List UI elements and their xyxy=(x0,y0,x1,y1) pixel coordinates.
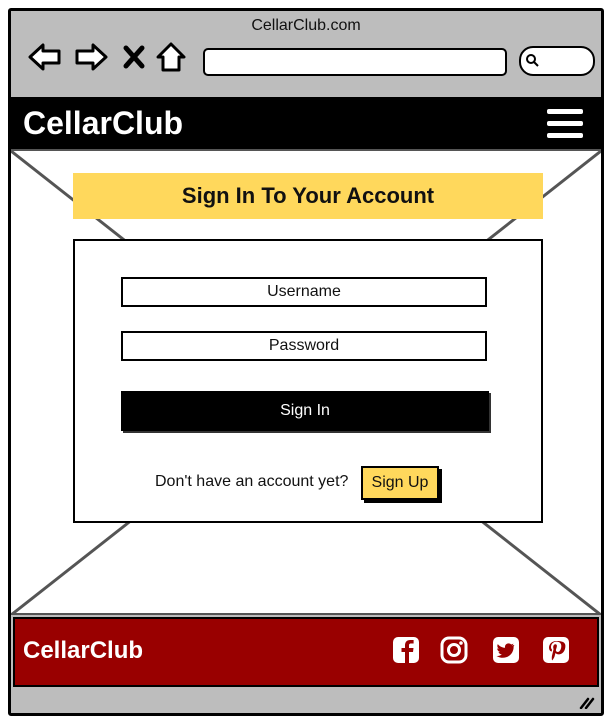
browser-statusbar xyxy=(11,687,601,713)
signin-card: Sign In Don't have an account yet? Sign … xyxy=(73,239,543,523)
browser-toolbar: CellarClub.com xyxy=(11,11,601,97)
pinterest-icon[interactable] xyxy=(541,635,571,665)
browser-window: CellarClub.com CellarClub Sign In To You… xyxy=(8,8,604,716)
home-icon[interactable] xyxy=(155,39,187,75)
main-content: Sign In To Your Account Sign In Don't ha… xyxy=(11,149,601,615)
sign-in-button[interactable]: Sign In xyxy=(121,391,489,431)
no-account-text: Don't have an account yet? xyxy=(155,473,349,490)
page-title: Sign In To Your Account xyxy=(181,183,435,208)
sign-up-button[interactable]: Sign Up xyxy=(361,466,439,500)
password-input[interactable] xyxy=(121,331,487,361)
forward-arrow-icon[interactable] xyxy=(73,39,109,75)
username-input[interactable] xyxy=(121,277,487,307)
stop-icon[interactable] xyxy=(119,39,149,75)
twitter-icon[interactable] xyxy=(491,635,521,665)
site-footer: CellarClub xyxy=(13,617,599,687)
footer-brand: CellarClub xyxy=(23,637,144,664)
search-icon xyxy=(526,54,539,67)
signin-banner: Sign In To Your Account xyxy=(73,173,543,219)
hamburger-menu-icon[interactable] xyxy=(547,109,583,139)
url-input[interactable] xyxy=(203,48,507,76)
facebook-icon[interactable] xyxy=(391,635,421,665)
back-arrow-icon[interactable] xyxy=(27,39,63,75)
instagram-icon[interactable] xyxy=(439,635,469,665)
site-header: CellarClub xyxy=(11,97,601,149)
resize-grip-icon[interactable] xyxy=(579,695,595,709)
browser-title: CellarClub.com xyxy=(251,17,361,34)
browser-search-field[interactable] xyxy=(519,46,595,76)
header-brand[interactable]: CellarClub xyxy=(23,105,183,142)
